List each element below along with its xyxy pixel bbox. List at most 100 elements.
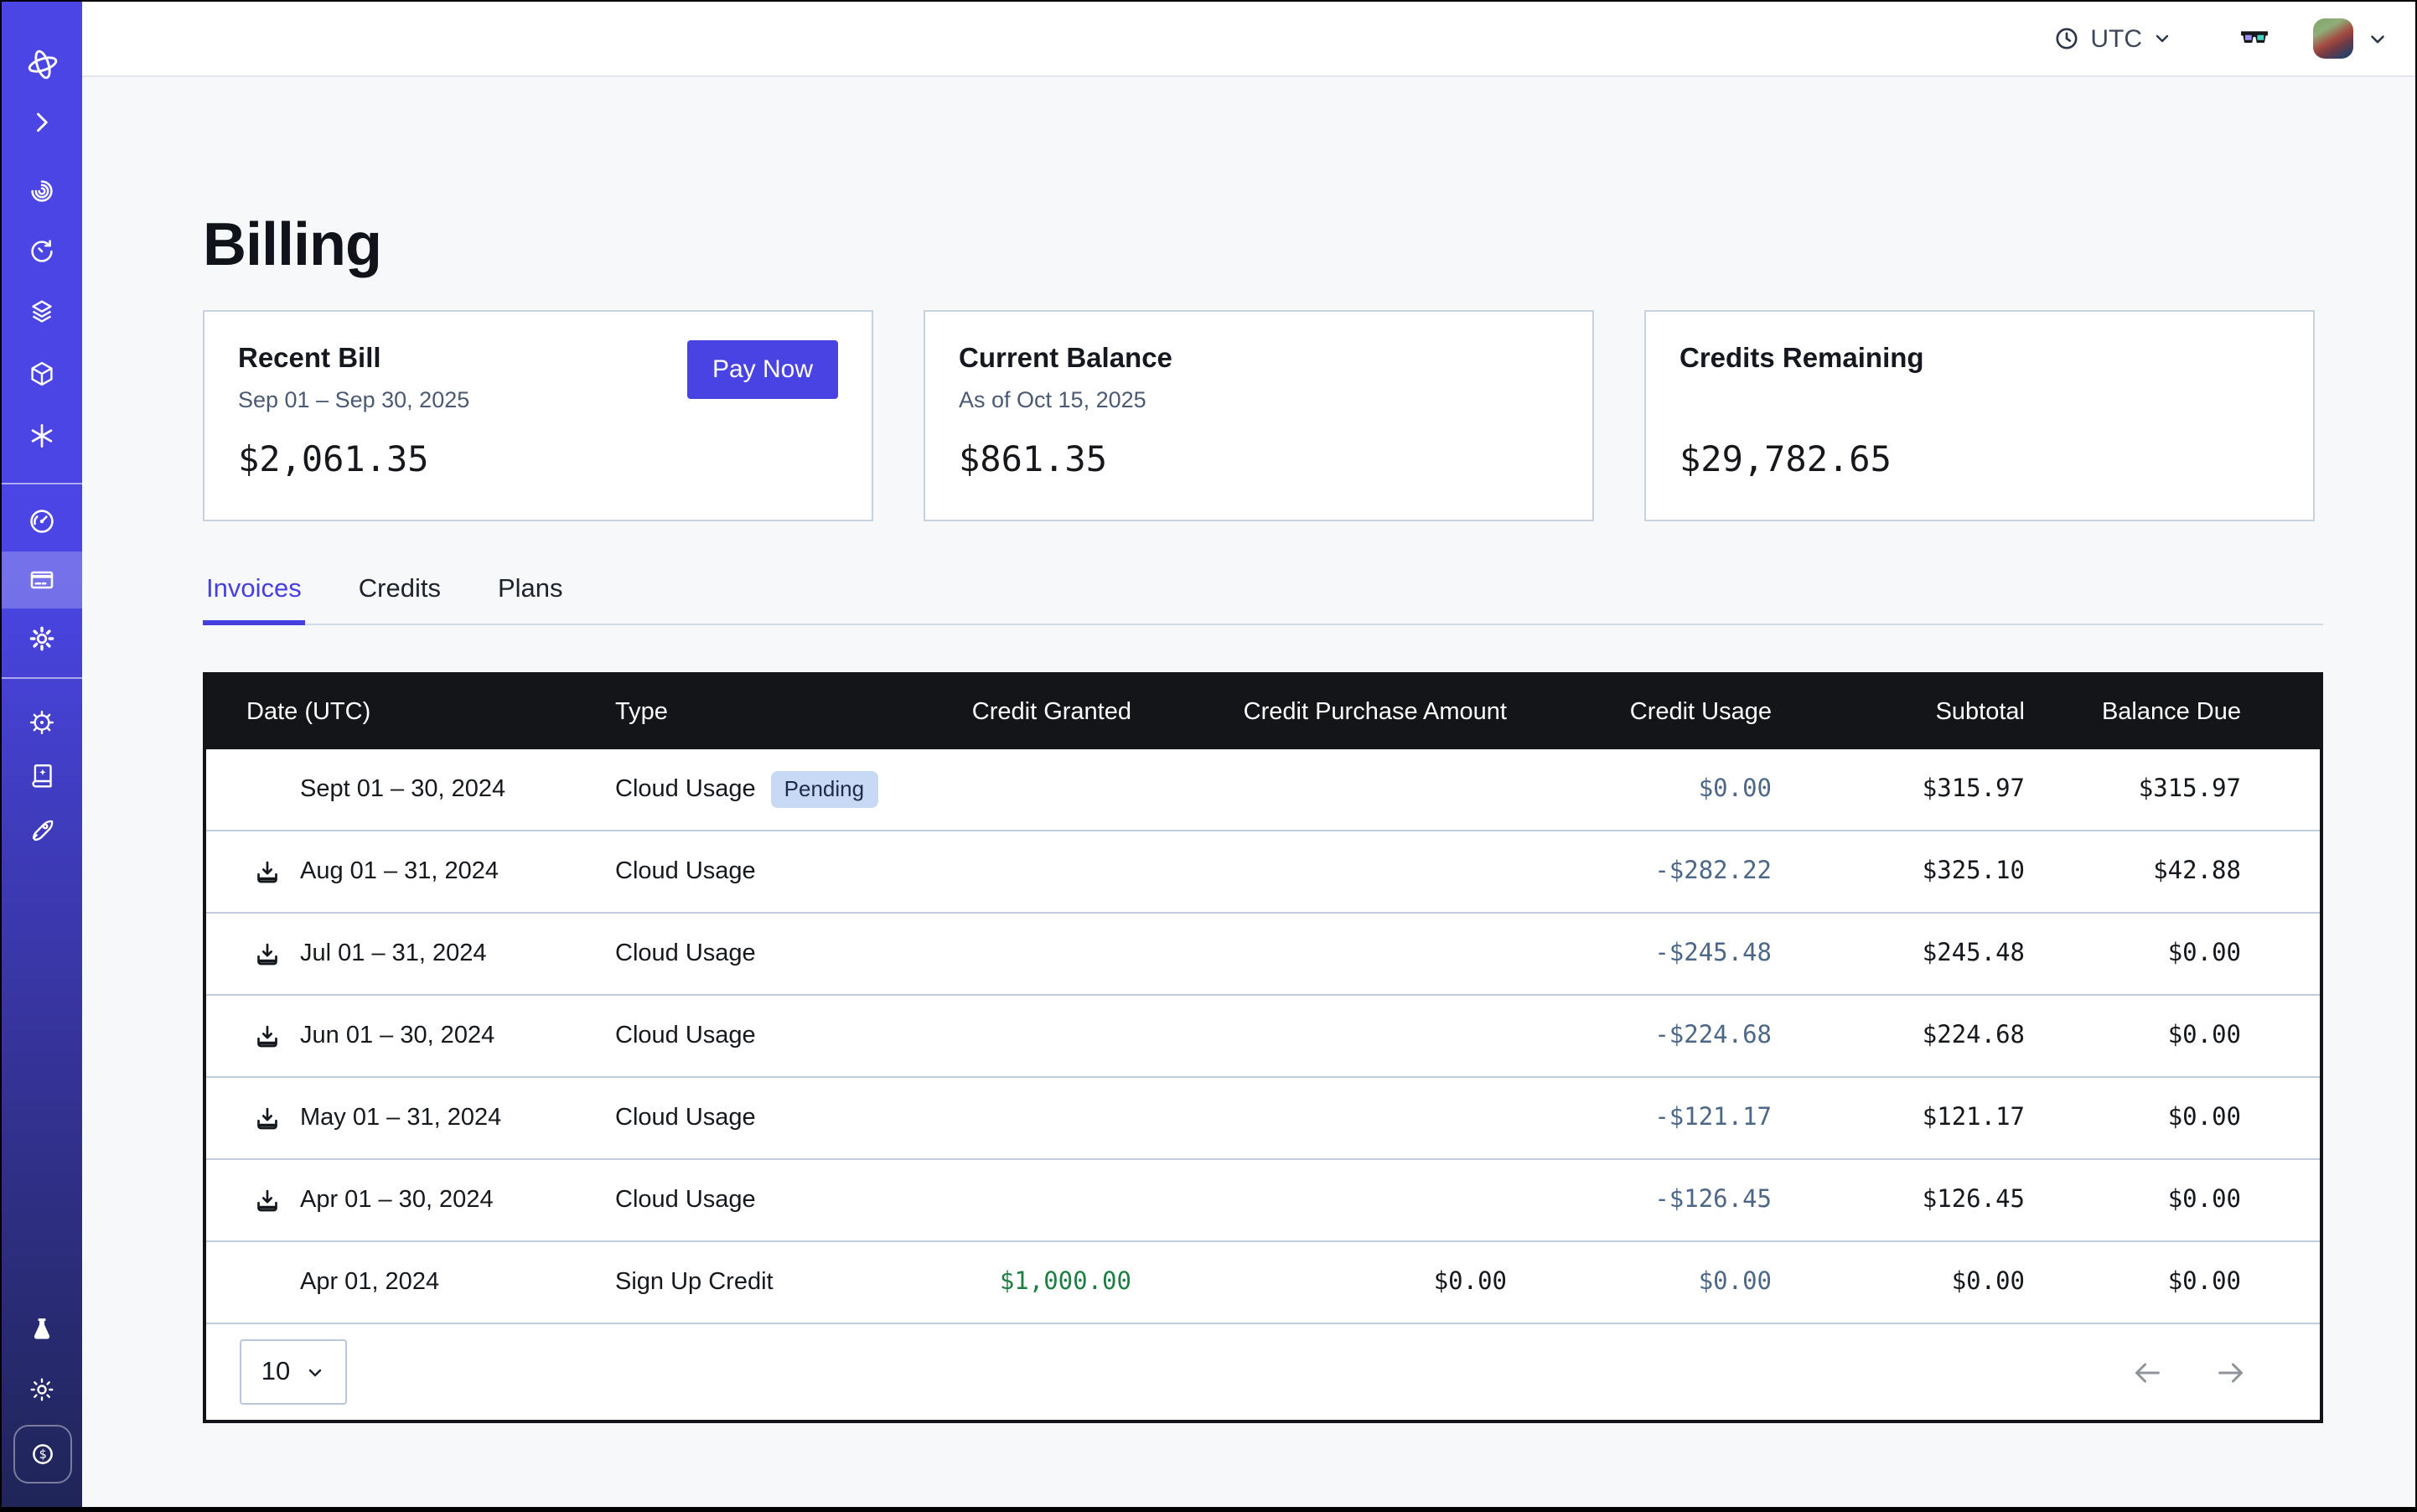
chevron-right-icon[interactable]	[2, 94, 82, 151]
sidebar-item-billing[interactable]	[2, 551, 82, 608]
credits-remaining-card: Credits Remaining $29,782.65	[1644, 310, 2315, 521]
table-row: Apr 01, 2024 Sign Up Credit $1,000.00 $0…	[206, 1241, 2320, 1323]
billing-page: $ UTC Billing Recent Bill Sep 01 –	[0, 0, 2417, 1512]
credit-granted	[927, 1077, 1145, 1159]
download-invoice-button[interactable]	[253, 1186, 282, 1214]
download-invoice-button[interactable]	[253, 1104, 282, 1132]
billing-tabs: Invoices Credits Plans	[203, 575, 2323, 625]
col-credit-purchase: Credit Purchase Amount	[1145, 676, 1520, 749]
main-content: Billing Recent Bill Sep 01 – Sep 30, 202…	[82, 75, 2415, 1507]
chevron-down-icon	[2152, 28, 2172, 49]
settings-gear-icon[interactable]	[2, 610, 82, 667]
table-row: Jul 01 – 31, 2024 Cloud Usage -$245.48 $…	[206, 913, 2320, 995]
invoice-type: Sign Up Credit	[615, 1269, 774, 1296]
credits-dollar-badge-icon[interactable]: $	[2, 1420, 82, 1487]
download-invoice-button[interactable]	[253, 1022, 282, 1050]
credit-usage: $0.00	[1520, 1241, 1785, 1323]
tab-invoices[interactable]: Invoices	[203, 575, 305, 624]
user-avatar[interactable]	[2313, 18, 2353, 59]
download-invoice-button[interactable]	[253, 940, 282, 968]
invoice-type: Cloud Usage	[615, 1187, 756, 1214]
status-badge: Pending	[771, 771, 877, 808]
layers-icon[interactable]	[2, 283, 82, 340]
sidebar: $	[2, 2, 82, 1507]
subtotal: $121.17	[1785, 1077, 2038, 1159]
download-invoice-button[interactable]	[253, 857, 282, 886]
tab-credits[interactable]: Credits	[355, 575, 444, 624]
subtotal: $315.97	[1785, 749, 2038, 831]
balance-due: $0.00	[2038, 1159, 2320, 1241]
table-pagination: 10	[206, 1323, 2320, 1420]
invoice-date: Jul 01 – 31, 2024	[300, 940, 487, 967]
subtotal: $325.10	[1785, 831, 2038, 913]
live-view-icon[interactable]	[2, 163, 82, 220]
current-balance-card: Current Balance As of Oct 15, 2025 $861.…	[924, 310, 1594, 521]
lab-flask-icon[interactable]	[2, 1301, 82, 1358]
invoice-date: May 01 – 31, 2024	[300, 1105, 501, 1131]
credit-usage: -$121.17	[1520, 1077, 1785, 1159]
page-size-select[interactable]: 10	[240, 1339, 347, 1405]
recent-bill-card: Recent Bill Sep 01 – Sep 30, 2025 $2,061…	[203, 310, 873, 521]
card-subtitle: As of Oct 15, 2025	[959, 387, 1559, 416]
credit-granted	[927, 913, 1145, 995]
subtotal: $245.48	[1785, 913, 2038, 995]
invoice-date: Aug 01 – 31, 2024	[300, 858, 499, 885]
asterisk-icon[interactable]	[2, 407, 82, 464]
rocket-icon[interactable]	[2, 801, 82, 858]
credit-granted	[927, 995, 1145, 1077]
credit-purchase	[1145, 1077, 1520, 1159]
subtotal: $224.68	[1785, 995, 2038, 1077]
invoice-date: Apr 01 – 30, 2024	[300, 1187, 494, 1214]
modal-logo-icon[interactable]	[2, 35, 82, 92]
previous-page-arrow[interactable]	[2130, 1355, 2164, 1389]
credits-remaining-amount: $29,782.65	[1679, 439, 2280, 479]
invoice-type: Cloud Usage	[615, 858, 756, 885]
pay-now-button[interactable]: Pay Now	[687, 340, 838, 399]
credit-granted	[927, 749, 1145, 831]
dashboard-gauge-icon[interactable]	[2, 493, 82, 550]
current-balance-amount: $861.35	[959, 439, 1559, 479]
balance-due: $0.00	[2038, 995, 2320, 1077]
next-page-arrow[interactable]	[2214, 1355, 2248, 1389]
col-credit-usage: Credit Usage	[1520, 676, 1785, 749]
credit-granted	[927, 1159, 1145, 1241]
svg-text:$: $	[38, 1446, 45, 1461]
user-menu-chevron-icon[interactable]	[2367, 28, 2389, 49]
card-title: Current Balance	[959, 344, 1559, 375]
helm-wheel-icon[interactable]	[2, 694, 82, 751]
table-row: May 01 – 31, 2024 Cloud Usage -$121.17 $…	[206, 1077, 2320, 1159]
credit-purchase	[1145, 995, 1520, 1077]
credit-usage: $0.00	[1520, 749, 1785, 831]
invoice-date: Jun 01 – 30, 2024	[300, 1023, 494, 1049]
invoice-type: Cloud Usage	[615, 776, 756, 803]
card-title: Credits Remaining	[1679, 344, 2280, 375]
page-title: Billing	[203, 210, 381, 280]
credit-purchase: $0.00	[1145, 1241, 1520, 1323]
timezone-selector[interactable]: UTC	[2053, 24, 2172, 53]
credits-badge-frame: $	[13, 1424, 71, 1483]
col-date: Date (UTC)	[206, 676, 615, 749]
credit-granted	[927, 831, 1145, 913]
chevron-down-icon	[305, 1362, 325, 1382]
cube-icon[interactable]	[2, 345, 82, 402]
docs-book-icon[interactable]	[2, 748, 82, 805]
balance-due: $0.00	[2038, 913, 2320, 995]
card-subtitle	[1679, 387, 2280, 416]
history-icon[interactable]	[2, 223, 82, 280]
summary-cards: Recent Bill Sep 01 – Sep 30, 2025 $2,061…	[203, 310, 2315, 521]
credit-usage: -$245.48	[1520, 913, 1785, 995]
invoice-date: Apr 01, 2024	[300, 1269, 439, 1296]
balance-due: $315.97	[2038, 749, 2320, 831]
credit-purchase	[1145, 749, 1520, 831]
tab-plans[interactable]: Plans	[494, 575, 567, 624]
credit-purchase	[1145, 1159, 1520, 1241]
sidebar-divider	[2, 677, 82, 679]
theme-sun-icon[interactable]	[2, 1361, 82, 1418]
credit-usage: -$126.45	[1520, 1159, 1785, 1241]
invoice-type: Cloud Usage	[615, 1105, 756, 1131]
glasses-icon[interactable]	[2236, 20, 2273, 57]
timezone-label: UTC	[2090, 24, 2142, 53]
subtotal: $126.45	[1785, 1159, 2038, 1241]
balance-due: $0.00	[2038, 1241, 2320, 1323]
table-row: Jun 01 – 30, 2024 Cloud Usage -$224.68 $…	[206, 995, 2320, 1077]
